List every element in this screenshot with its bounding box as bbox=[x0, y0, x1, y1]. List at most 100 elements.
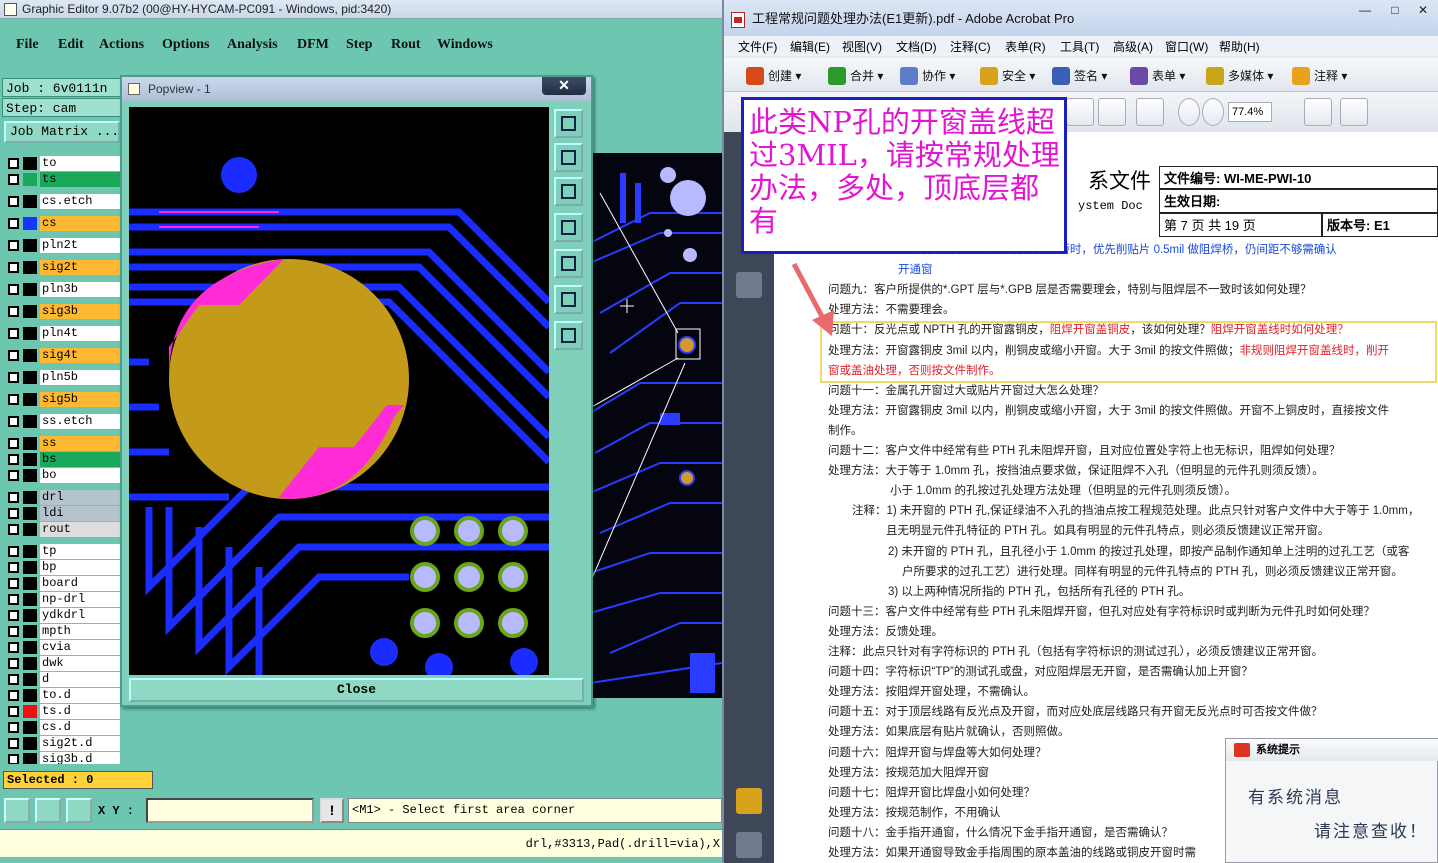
menu-tools[interactable]: 工具(T) bbox=[1060, 38, 1099, 55]
layer-checkbox[interactable] bbox=[8, 394, 19, 405]
layer-checkbox[interactable] bbox=[8, 546, 19, 557]
maximize-icon[interactable]: □ bbox=[1384, 2, 1406, 20]
layer-checkbox[interactable] bbox=[8, 626, 19, 637]
secure-button[interactable]: 安全 ▾ bbox=[980, 66, 1035, 86]
ge-title-bar[interactable]: Graphic Editor 9.07b2 (00@HY-HYCAM-PC091… bbox=[0, 0, 722, 19]
layer-row[interactable]: ldi bbox=[4, 506, 122, 521]
layer-row[interactable]: sig3b.d bbox=[4, 752, 122, 764]
layer-row[interactable]: sig2t bbox=[4, 260, 122, 275]
layer-row[interactable]: ydkdrl bbox=[4, 608, 122, 623]
layer-checkbox[interactable] bbox=[8, 508, 19, 519]
layer-row[interactable]: ss.etch bbox=[4, 414, 122, 429]
layer-checkbox[interactable] bbox=[8, 328, 19, 339]
layer-row[interactable]: pln5b bbox=[4, 370, 122, 385]
layer-checkbox[interactable] bbox=[8, 262, 19, 273]
menu-help[interactable]: 帮助(H) bbox=[1219, 38, 1260, 55]
menu-view[interactable]: 视图(V) bbox=[842, 38, 882, 55]
layer-checkbox[interactable] bbox=[8, 470, 19, 481]
job-matrix-button[interactable]: Job Matrix ... bbox=[4, 121, 120, 143]
snap-icon[interactable] bbox=[35, 798, 61, 823]
layer-checkbox[interactable] bbox=[8, 722, 19, 733]
menu-advanced[interactable]: 高级(A) bbox=[1113, 38, 1153, 55]
layer-row[interactable]: to.d bbox=[4, 688, 122, 703]
menu-windows[interactable]: Windows bbox=[437, 37, 493, 53]
popview-title-bar[interactable]: Popview - 1 bbox=[122, 77, 591, 101]
layer-row[interactable]: ts.d bbox=[4, 704, 122, 719]
layer-checkbox[interactable] bbox=[8, 674, 19, 685]
menu-analysis[interactable]: Analysis bbox=[227, 37, 278, 53]
attachments-icon[interactable] bbox=[736, 832, 762, 858]
layer-checkbox[interactable] bbox=[8, 158, 19, 169]
layer-row[interactable]: sig3b bbox=[4, 304, 122, 319]
menu-actions[interactable]: Actions bbox=[99, 37, 144, 53]
layer-checkbox[interactable] bbox=[8, 454, 19, 465]
layer-row[interactable]: cvia bbox=[4, 640, 122, 655]
layer-checkbox[interactable] bbox=[8, 416, 19, 427]
zoom-tool-icon[interactable] bbox=[1136, 98, 1164, 126]
layer-row[interactable]: rout bbox=[4, 522, 122, 537]
layer-row[interactable]: pln2t bbox=[4, 238, 122, 253]
menu-forms[interactable]: 表单(R) bbox=[1005, 38, 1046, 55]
pan-left-icon[interactable] bbox=[554, 213, 583, 242]
multimedia-button[interactable]: 多媒体 ▾ bbox=[1206, 66, 1273, 86]
comment-button[interactable]: 注释 ▾ bbox=[1292, 66, 1347, 86]
layer-row[interactable]: mpth bbox=[4, 624, 122, 639]
layer-checkbox[interactable] bbox=[8, 350, 19, 361]
layer-checkbox[interactable] bbox=[8, 492, 19, 503]
layer-checkbox[interactable] bbox=[8, 738, 19, 749]
popview-close-button[interactable]: Close bbox=[129, 678, 584, 702]
xy-input[interactable] bbox=[146, 798, 314, 823]
layer-row[interactable]: bp bbox=[4, 560, 122, 575]
zoom-in-icon[interactable] bbox=[554, 285, 583, 314]
layer-row[interactable]: board bbox=[4, 576, 122, 591]
layer-checkbox[interactable] bbox=[8, 642, 19, 653]
layer-checkbox[interactable] bbox=[8, 754, 19, 764]
layer-checkbox[interactable] bbox=[8, 284, 19, 295]
layer-row[interactable]: cs.etch bbox=[4, 194, 122, 209]
menu-step[interactable]: Step bbox=[346, 37, 372, 53]
select-tool-icon[interactable] bbox=[1066, 98, 1094, 126]
layer-row[interactable]: ss bbox=[4, 436, 122, 451]
layer-checkbox[interactable] bbox=[8, 306, 19, 317]
layer-row[interactable]: sig5b bbox=[4, 392, 122, 407]
hand-tool-icon[interactable] bbox=[1098, 98, 1126, 126]
layer-checkbox[interactable] bbox=[8, 706, 19, 717]
comments-panel-icon[interactable] bbox=[736, 788, 762, 814]
layer-checkbox[interactable] bbox=[8, 174, 19, 185]
zoom-out-icon[interactable] bbox=[554, 321, 583, 350]
menu-comment[interactable]: 注释(C) bbox=[950, 38, 991, 55]
layer-checkbox[interactable] bbox=[8, 524, 19, 535]
layer-checkbox[interactable] bbox=[8, 240, 19, 251]
pcb-canvas[interactable] bbox=[590, 153, 722, 698]
layer-checkbox[interactable] bbox=[8, 196, 19, 207]
collaborate-button[interactable]: 协作 ▾ bbox=[900, 66, 955, 86]
layer-row[interactable]: pln4t bbox=[4, 326, 122, 341]
close-icon[interactable]: ✕ bbox=[1412, 2, 1434, 20]
menu-options[interactable]: Options bbox=[162, 37, 209, 53]
layer-checkbox[interactable] bbox=[8, 438, 19, 449]
zoom-in-icon[interactable] bbox=[1202, 98, 1224, 126]
menu-rout[interactable]: Rout bbox=[391, 37, 421, 53]
layer-row[interactable]: np-drl bbox=[4, 592, 122, 607]
create-button[interactable]: 创建 ▾ bbox=[746, 66, 801, 86]
layer-row[interactable]: dwk bbox=[4, 656, 122, 671]
layer-row[interactable]: cs.d bbox=[4, 720, 122, 735]
menu-file[interactable]: File bbox=[16, 37, 39, 53]
pan-right-icon[interactable] bbox=[554, 249, 583, 278]
popview-canvas[interactable] bbox=[129, 107, 549, 675]
acrobat-title-bar[interactable]: 工程常规问题处理办法(E1更新).pdf - Adobe Acrobat Pro… bbox=[724, 0, 1438, 36]
forms-button[interactable]: 表单 ▾ bbox=[1130, 66, 1185, 86]
minimize-icon[interactable]: — bbox=[1354, 2, 1376, 20]
zoom-out-icon[interactable] bbox=[1178, 98, 1200, 126]
layer-checkbox[interactable] bbox=[8, 578, 19, 589]
menu-document[interactable]: 文档(D) bbox=[896, 38, 937, 55]
layer-checkbox[interactable] bbox=[8, 658, 19, 669]
layer-row[interactable]: pln3b bbox=[4, 282, 122, 297]
menu-file[interactable]: 文件(F) bbox=[738, 38, 777, 55]
fit-page-icon[interactable] bbox=[1304, 98, 1332, 126]
layer-checkbox[interactable] bbox=[8, 562, 19, 573]
measure-icon[interactable] bbox=[4, 798, 30, 823]
layer-checkbox[interactable] bbox=[8, 594, 19, 605]
layer-row[interactable]: sig4t bbox=[4, 348, 122, 363]
menu-edit[interactable]: 编辑(E) bbox=[790, 38, 830, 55]
